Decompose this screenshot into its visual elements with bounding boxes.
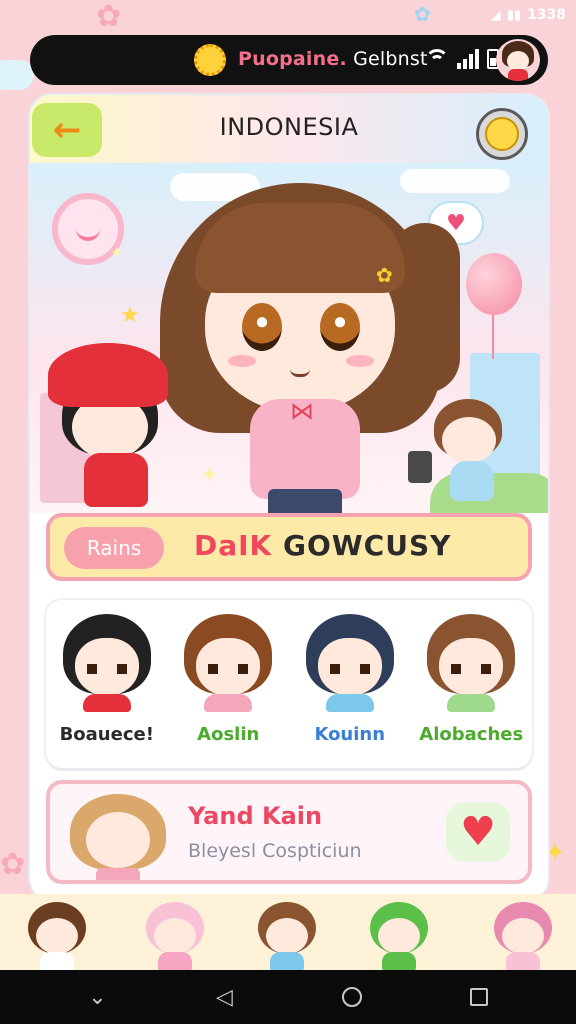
background-flower-icon: ✿ [96, 0, 122, 34]
dock-character[interactable] [140, 900, 210, 970]
background-flower-icon: ✿ [414, 2, 431, 26]
friends-row: Boauece! Aoslin Kouinn Alobaches [46, 600, 532, 768]
friend-name: Kouinn [314, 724, 386, 745]
notification-title-rest: Gelbnst [346, 48, 428, 70]
balloon-icon [466, 253, 522, 315]
wifi-icon [425, 49, 449, 69]
coin-badge-icon [485, 117, 519, 151]
pill-status-icons [425, 49, 499, 69]
friend-avatar [180, 614, 276, 712]
info-title: Yand Kain [188, 802, 323, 830]
hero-illustration: ♥ ★ ✦ ✦ ⋈ ✿ [30, 163, 548, 513]
info-avatar [66, 792, 170, 880]
background-flower-icon: ✿ [0, 847, 26, 882]
friend-card[interactable]: Boauece! [51, 610, 163, 760]
nav-home-button[interactable] [328, 973, 376, 1021]
cell-signal-icon [457, 49, 479, 69]
balloon-string [492, 313, 494, 359]
card-header: ← INDONESIA [30, 95, 548, 163]
heart-icon: ♥ [460, 809, 496, 855]
user-avatar[interactable] [496, 39, 540, 81]
dock-character[interactable] [488, 900, 558, 970]
hair-clip-icon: ✿ [376, 263, 393, 287]
page-title: INDONESIA [219, 113, 359, 141]
friend-avatar [423, 614, 519, 712]
name-banner[interactable]: Rains DaIK GOWCUSY [46, 513, 532, 581]
character-name-part2: GOWCUSY [283, 529, 452, 562]
friend-name: Alobaches [419, 724, 524, 745]
heart-button[interactable]: ♥ [446, 802, 510, 862]
nav-back-button[interactable]: ◁ [201, 973, 249, 1021]
battery-icon: ▮▮ [506, 7, 522, 23]
main-card: ← INDONESIA ♥ ★ ✦ ✦ ⋈ ✿ Rains DaIK GOWCU… [30, 95, 548, 900]
side-character-left[interactable] [44, 343, 174, 513]
info-subtitle: Bleyesl Cospticiun [188, 840, 362, 862]
chevron-down-icon: ⌄ [88, 984, 107, 1010]
friend-name: Boauece! [59, 724, 154, 745]
triangle-back-icon: ◁ [216, 984, 233, 1010]
dock-character[interactable] [252, 900, 322, 970]
friend-name: Aoslin [197, 724, 260, 745]
home-circle-icon [341, 987, 362, 1007]
star-icon: ★ [120, 303, 140, 328]
phone-icon [408, 451, 432, 483]
character-name-part1: DaIK [194, 529, 283, 562]
sun-icon [194, 44, 226, 76]
friend-card[interactable]: Aoslin [172, 610, 284, 760]
nav-recents-button[interactable] [455, 973, 503, 1021]
info-card[interactable]: Yand Kain Bleyesl Cospticiun ♥ [46, 780, 532, 884]
character-name: DaIK GOWCUSY [194, 529, 451, 562]
friend-avatar [302, 614, 398, 712]
friend-card[interactable]: Alobaches [415, 610, 527, 760]
notification-title-accent: Puopaine. [238, 48, 347, 70]
friend-avatar [59, 614, 155, 712]
notification-title: Puopaine. Gelbnst [238, 48, 428, 70]
signal-icon: ◢ [490, 7, 501, 23]
main-character-illustration[interactable]: ⋈ ✿ [150, 173, 460, 513]
friend-card[interactable]: Kouinn [294, 610, 406, 760]
banner-tag[interactable]: Rains [64, 527, 164, 569]
character-dock [0, 894, 576, 970]
system-nav-bar: ⌄ ◁ [0, 970, 576, 1024]
dock-character[interactable] [22, 900, 92, 970]
system-status-bar: ◢ ▮▮ 1338 [491, 2, 566, 28]
nav-collapse-button[interactable]: ⌄ [74, 973, 122, 1021]
coin-badge-button[interactable] [476, 108, 528, 160]
status-time: 1338 [527, 7, 566, 23]
notification-pill[interactable]: Puopaine. Gelbnst [30, 35, 548, 85]
side-character-right[interactable] [408, 399, 526, 509]
dock-character[interactable] [364, 900, 434, 970]
star-icon: ✦ [110, 243, 124, 262]
bow-icon: ⋈ [290, 397, 314, 425]
background-cloud [0, 60, 34, 90]
recents-square-icon [469, 988, 488, 1006]
